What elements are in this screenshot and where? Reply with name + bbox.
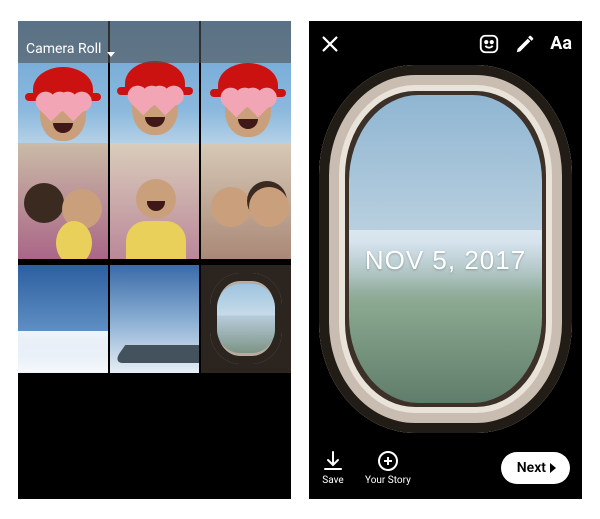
next-button[interactable]: Next [501,452,570,484]
chevron-down-icon [107,52,115,57]
camera-roll-grid [18,21,291,385]
photo-thumbnail[interactable] [110,265,200,373]
save-label: Save [322,475,343,486]
text-tool-icon[interactable]: Aa [550,33,572,54]
camera-roll-screen: Camera Roll [18,21,291,499]
editor-top-bar: Aa [309,21,582,67]
chevron-right-icon [550,463,556,473]
your-story-button[interactable]: Your Story [365,449,411,486]
editor-bottom-bar: Save Your Story Next [309,437,582,499]
sticker-icon[interactable] [478,33,500,55]
photo-thumbnail[interactable] [110,143,200,259]
photo-thumbnail[interactable] [18,143,108,259]
camera-roll-header[interactable]: Camera Roll [18,21,291,63]
your-story-label: Your Story [365,475,411,486]
download-icon [321,449,345,473]
photo-thumbnail[interactable] [201,265,291,373]
draw-icon[interactable] [514,33,536,55]
add-story-icon [376,449,400,473]
save-button[interactable]: Save [321,449,345,486]
photo-thumbnail[interactable] [18,265,108,373]
date-sticker[interactable]: NOV 5, 2017 [309,245,582,276]
story-editor-screen: NOV 5, 2017 [309,21,582,499]
next-label: Next [517,460,546,476]
close-icon[interactable] [319,33,341,55]
photo-thumbnail[interactable] [201,143,291,259]
camera-roll-title: Camera Roll [26,41,101,57]
